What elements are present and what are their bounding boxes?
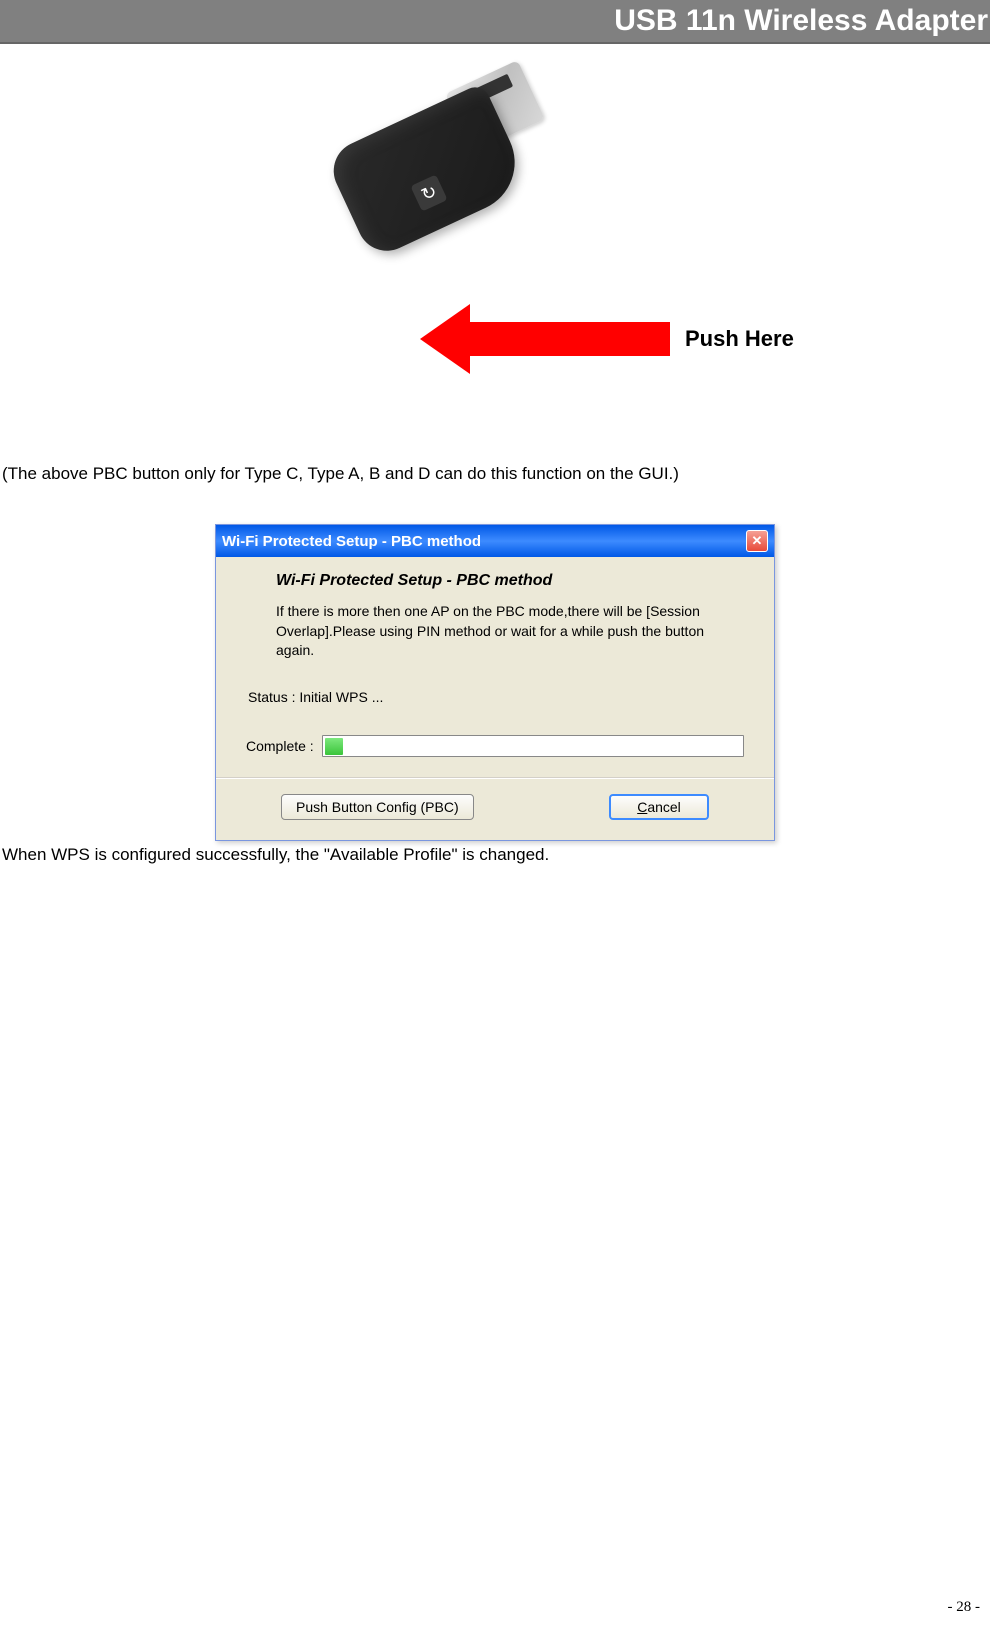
page-content: Push Here (The above PBC button only for… xyxy=(0,94,990,865)
dialog-body: Wi-Fi Protected Setup - PBC method If th… xyxy=(216,557,774,840)
dialog-divider xyxy=(216,777,774,779)
usb-illustration: Push Here xyxy=(0,94,990,394)
complete-row: Complete : xyxy=(246,735,744,757)
pbc-button-label: Push Button Config (PBC) xyxy=(296,799,459,815)
cancel-button-label: Cancel xyxy=(637,799,681,815)
wps-dialog: Wi-Fi Protected Setup - PBC method ✕ Wi-… xyxy=(215,524,775,841)
footer-description: When WPS is configured successfully, the… xyxy=(2,845,990,865)
dialog-description: If there is more then one AP on the PBC … xyxy=(276,602,734,661)
cancel-button[interactable]: Cancel xyxy=(609,794,709,820)
dialog-titlebar: Wi-Fi Protected Setup - PBC method ✕ xyxy=(216,525,774,557)
image-caption: (The above PBC button only for Type C, T… xyxy=(2,464,990,484)
push-here-label: Push Here xyxy=(685,326,794,352)
dialog-heading: Wi-Fi Protected Setup - PBC method xyxy=(276,572,744,590)
header-title: USB 11n Wireless Adapter xyxy=(614,4,988,37)
status-row: Status : Initial WPS ... xyxy=(248,689,744,705)
status-label: Status : xyxy=(248,689,295,705)
arrow-head-icon xyxy=(420,304,470,374)
dialog-title: Wi-Fi Protected Setup - PBC method xyxy=(222,533,481,550)
progress-fill xyxy=(325,738,343,755)
status-value: Initial WPS ... xyxy=(299,689,383,705)
pbc-button[interactable]: Push Button Config (PBC) xyxy=(281,794,474,820)
arrow-body xyxy=(470,322,670,356)
page-header: USB 11n Wireless Adapter xyxy=(0,0,990,44)
page-number: - 28 - xyxy=(948,1599,981,1616)
close-button[interactable]: ✕ xyxy=(746,530,768,552)
push-here-annotation: Push Here xyxy=(420,304,794,374)
complete-label: Complete : xyxy=(246,738,314,754)
dialog-button-row: Push Button Config (PBC) Cancel xyxy=(246,794,744,820)
close-icon: ✕ xyxy=(752,533,763,549)
dialog-screenshot: Wi-Fi Protected Setup - PBC method ✕ Wi-… xyxy=(0,524,990,841)
progress-bar xyxy=(322,735,744,757)
